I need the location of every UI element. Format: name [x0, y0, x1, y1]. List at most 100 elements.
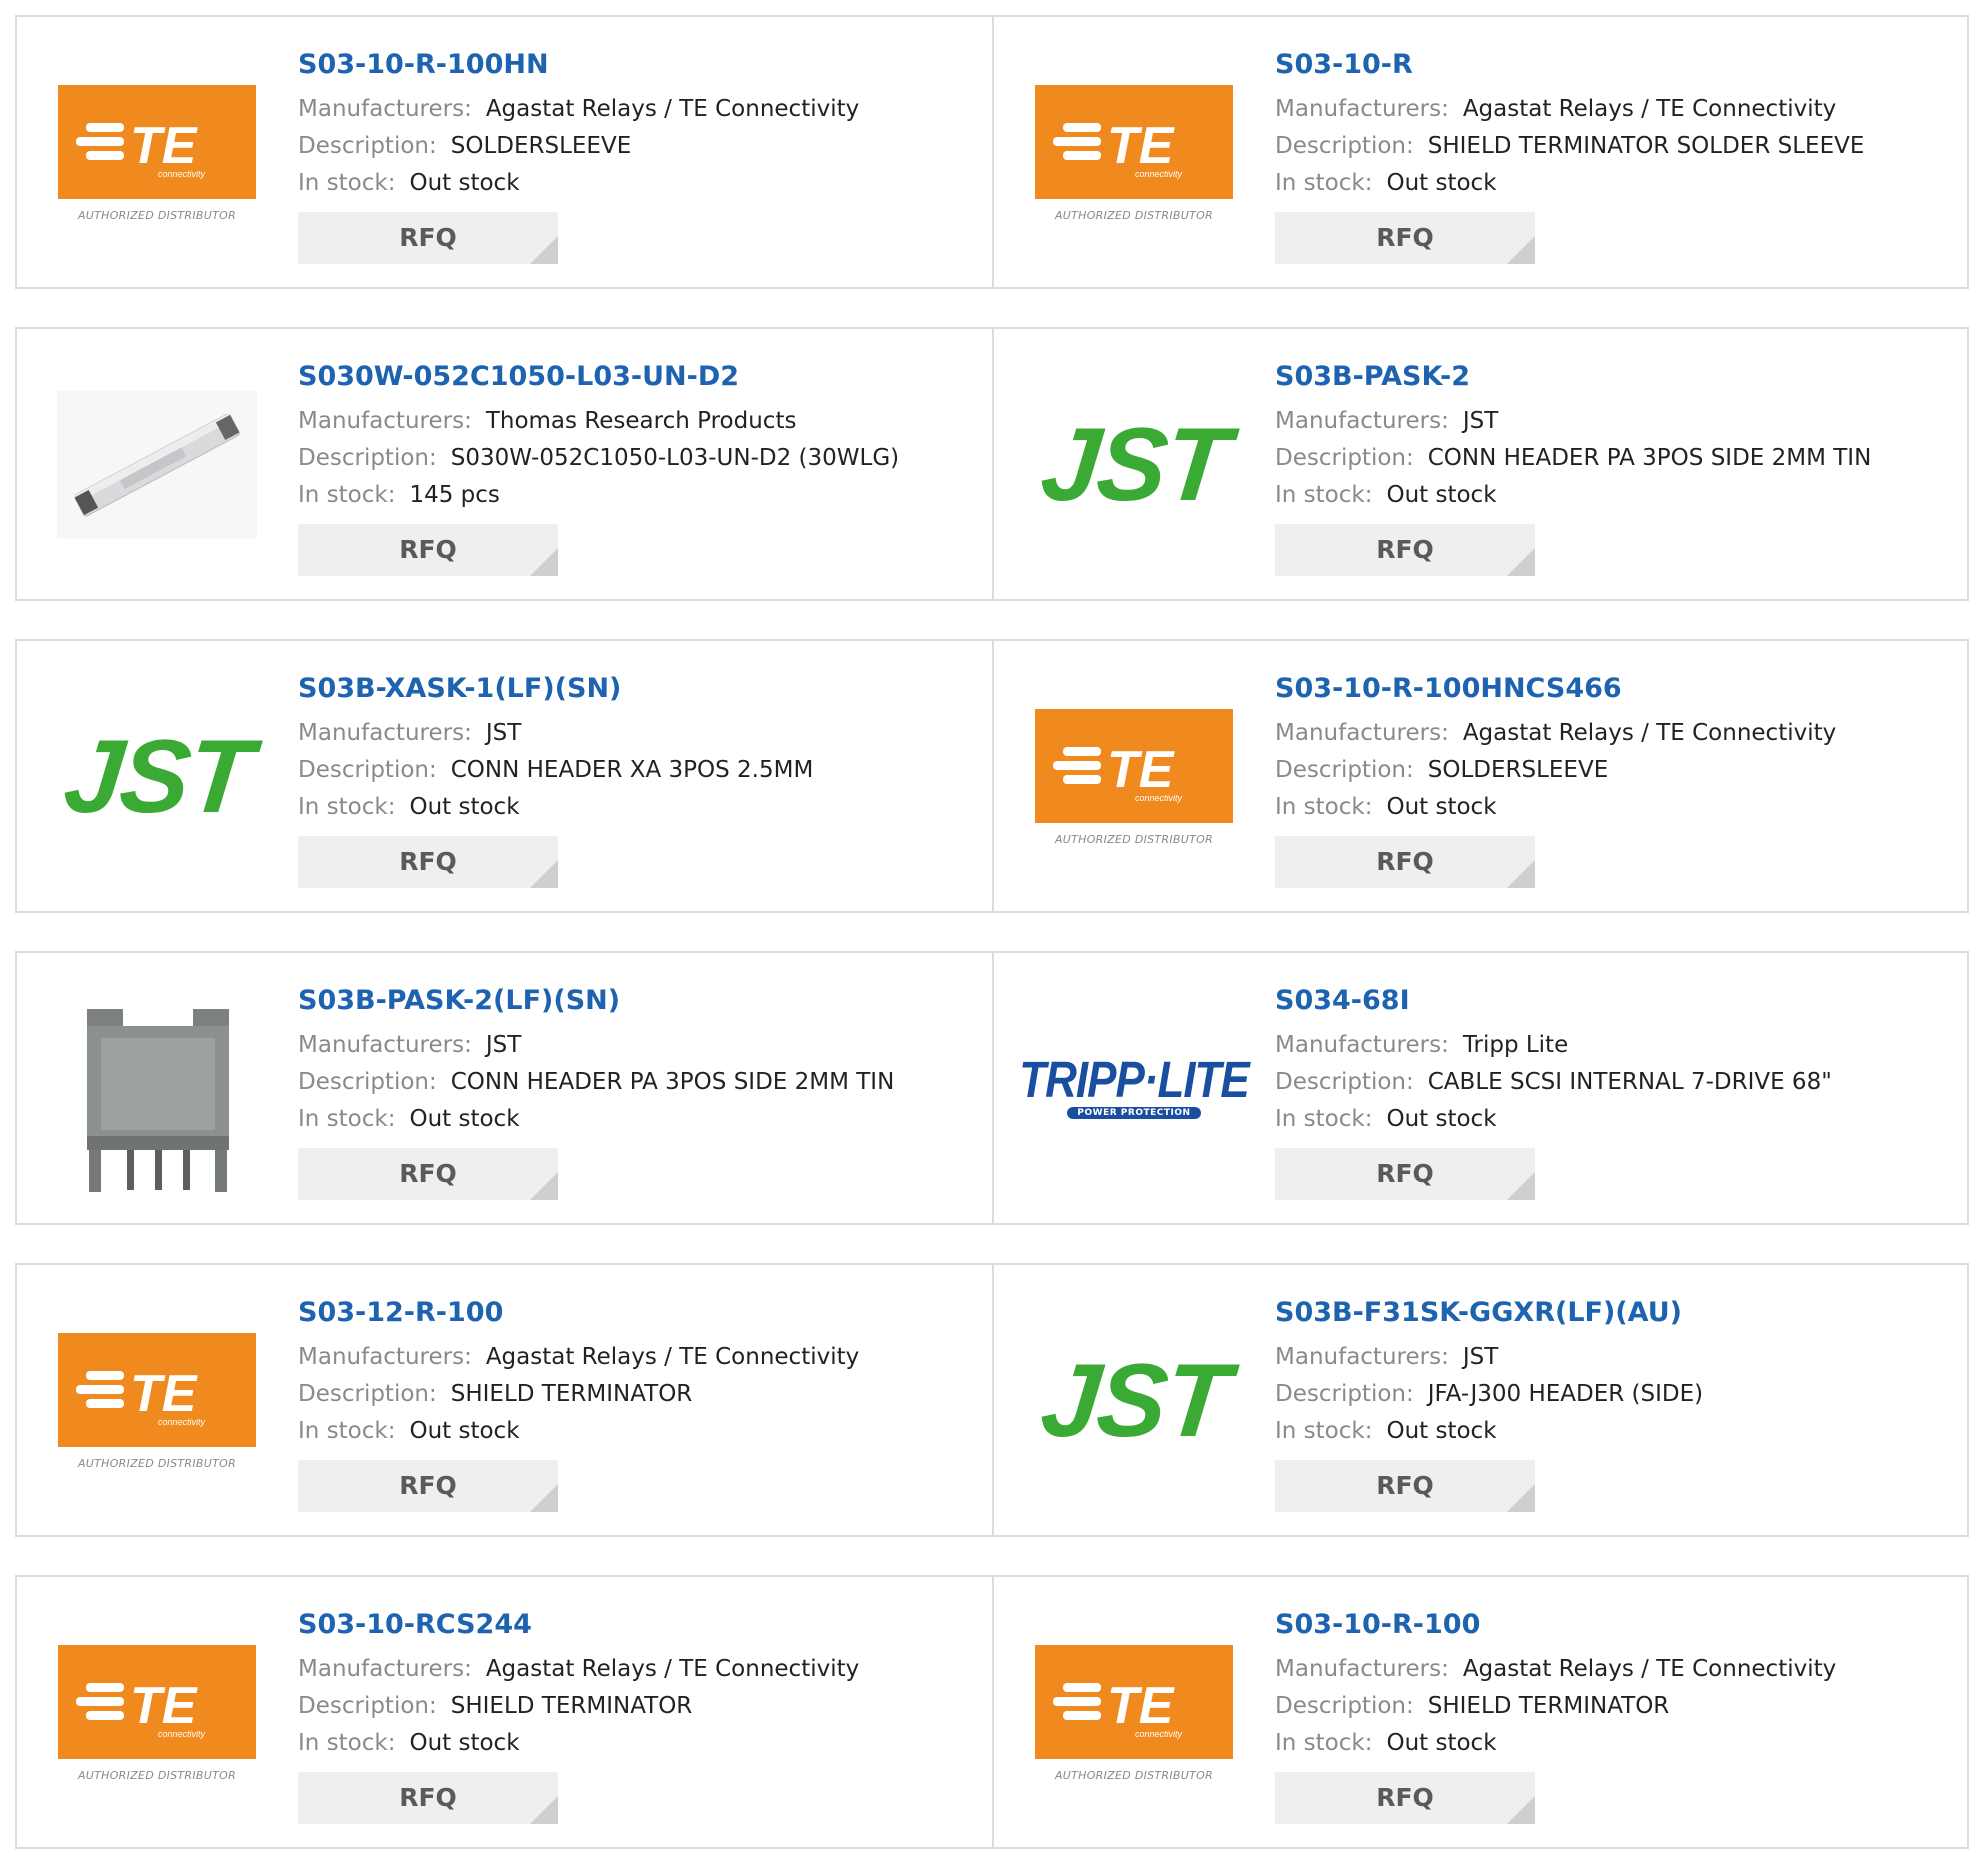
description-label: Description:: [1275, 133, 1414, 159]
manufacturer-row: Manufacturers: Agastat Relays / TE Connec…: [298, 91, 982, 128]
rfq-corner-decoration: [530, 860, 558, 888]
te-logo-box: TE connectivity: [58, 84, 256, 199]
stock-value: Out stock: [409, 1730, 520, 1756]
tripp-lite-logo: TRIPP·LITE POWER PROTECTION: [1019, 1055, 1250, 1119]
manufacturer-label: Manufacturers:: [1275, 1032, 1449, 1058]
te-tagline: AUTHORIZED DISTRIBUTOR: [77, 1456, 237, 1470]
description-row: Description: SHIELD TERMINATOR: [298, 1688, 982, 1725]
part-number-link[interactable]: S03-10-R-100HNCS466: [1275, 671, 1957, 707]
rfq-button[interactable]: RFQ: [298, 1772, 558, 1824]
manufacturer-logo[interactable]: TE connectivity AUTHORIZED DISTRIBUTOR: [1034, 1639, 1234, 1787]
rfq-button[interactable]: RFQ: [298, 212, 558, 264]
tripp-lite-logo-sub: POWER PROTECTION: [1067, 1107, 1201, 1119]
stock-row: In stock: Out stock: [298, 1101, 982, 1138]
te-logo-mark-icon: TE connectivity: [1053, 741, 1183, 803]
rfq-button[interactable]: RFQ: [1275, 836, 1535, 888]
manufacturer-label: Manufacturers:: [298, 720, 472, 746]
te-logo-box: TE connectivity: [1035, 708, 1233, 823]
product-info: S03B-PASK-2 Manufacturers: JST Descriptio…: [1275, 359, 1957, 576]
product-card: TE connectivity AUTHORIZED DISTRIBUTOR S…: [994, 639, 1969, 913]
product-card: S030W-052C1050-L03-UN-D2 Manufacturers: T…: [15, 327, 994, 601]
part-number-link[interactable]: S034-68I: [1275, 983, 1957, 1019]
stock-row: In stock: Out stock: [1275, 1101, 1957, 1138]
te-logo-text: TE: [1107, 1677, 1175, 1735]
te-connectivity-logo: TE connectivity AUTHORIZED DISTRIBUTOR: [57, 84, 257, 222]
stock-label: In stock:: [298, 1418, 396, 1444]
manufacturer-logo[interactable]: JST: [1034, 391, 1234, 539]
stock-row: In stock: Out stock: [1275, 1725, 1957, 1762]
manufacturer-logo[interactable]: TRIPP·LITE POWER PROTECTION: [1019, 1015, 1250, 1163]
rfq-corner-decoration: [530, 1796, 558, 1824]
part-number-link[interactable]: S03-10-R-100HN: [298, 47, 982, 83]
manufacturer-logo[interactable]: TE connectivity AUTHORIZED DISTRIBUTOR: [57, 1639, 257, 1787]
manufacturer-logo[interactable]: TE connectivity AUTHORIZED DISTRIBUTOR: [57, 79, 257, 227]
rfq-button[interactable]: RFQ: [1275, 1772, 1535, 1824]
part-number-link[interactable]: S03-10-R-100: [1275, 1607, 1957, 1643]
stock-value: Out stock: [409, 794, 520, 820]
product-info: S03-10-R-100 Manufacturers: Agastat Relay…: [1275, 1607, 1957, 1824]
part-number-link[interactable]: S03-10-R: [1275, 47, 1957, 83]
manufacturer-logo[interactable]: [57, 391, 257, 539]
stock-label: In stock:: [1275, 1730, 1373, 1756]
manufacturer-row: Manufacturers: JST: [1275, 1339, 1957, 1376]
rfq-button[interactable]: RFQ: [298, 1148, 558, 1200]
description-label: Description:: [298, 445, 437, 471]
manufacturer-value: JST: [485, 1032, 522, 1058]
stock-row: In stock: 145 pcs: [298, 477, 982, 514]
product-info: S03-10-RCS244 Manufacturers: Agastat Rela…: [298, 1607, 982, 1824]
part-number-link[interactable]: S03B-XASK-1(LF)(SN): [298, 671, 982, 707]
connector-photo-icon: [87, 1009, 229, 1192]
stock-value: Out stock: [1386, 1106, 1497, 1132]
rfq-corner-decoration: [530, 548, 558, 576]
manufacturer-logo[interactable]: TE connectivity AUTHORIZED DISTRIBUTOR: [1034, 703, 1234, 851]
jst-logo: JST: [1035, 1343, 1233, 1459]
product-card: S03B-PASK-2(LF)(SN) Manufacturers: JST De…: [15, 951, 994, 1225]
manufacturer-logo[interactable]: JST: [57, 703, 257, 851]
rfq-button[interactable]: RFQ: [298, 1460, 558, 1512]
part-number-link[interactable]: S03B-F31SK-GGXR(LF)(AU): [1275, 1295, 1957, 1331]
stock-label: In stock:: [1275, 170, 1373, 196]
stock-value: Out stock: [1386, 1418, 1497, 1444]
stock-label: In stock:: [1275, 482, 1373, 508]
stock-label: In stock:: [1275, 1106, 1373, 1132]
te-logo-box: TE connectivity: [1035, 1644, 1233, 1759]
rfq-button[interactable]: RFQ: [298, 836, 558, 888]
product-card: TE connectivity AUTHORIZED DISTRIBUTOR S…: [15, 1575, 994, 1849]
manufacturer-value: JST: [1462, 1344, 1499, 1370]
rfq-button[interactable]: RFQ: [1275, 1148, 1535, 1200]
part-number-link[interactable]: S030W-052C1050-L03-UN-D2: [298, 359, 982, 395]
te-logo-text: TE: [1107, 117, 1175, 175]
description-label: Description:: [298, 1693, 437, 1719]
rfq-label: RFQ: [399, 1783, 457, 1812]
description-row: Description: JFA-J300 HEADER (SIDE): [1275, 1376, 1957, 1413]
manufacturer-logo[interactable]: [57, 1009, 257, 1192]
stock-label: In stock:: [298, 1106, 396, 1132]
manufacturer-row: Manufacturers: Agastat Relays / TE Connec…: [1275, 1651, 1957, 1688]
manufacturer-logo[interactable]: TE connectivity AUTHORIZED DISTRIBUTOR: [57, 1327, 257, 1475]
manufacturer-row: Manufacturers: Agastat Relays / TE Connec…: [298, 1339, 982, 1376]
part-number-link[interactable]: S03-10-RCS244: [298, 1607, 982, 1643]
description-row: Description: SHIELD TERMINATOR SOLDER SLE…: [1275, 128, 1957, 165]
rfq-button[interactable]: RFQ: [1275, 1460, 1535, 1512]
description-label: Description:: [298, 133, 437, 159]
stock-value: Out stock: [409, 1418, 520, 1444]
description-value: SOLDERSLEEVE: [1427, 757, 1609, 783]
te-logo-box: TE connectivity: [58, 1644, 256, 1759]
rfq-button[interactable]: RFQ: [1275, 524, 1535, 576]
part-number-link[interactable]: S03B-PASK-2: [1275, 359, 1957, 395]
description-row: Description: CABLE SCSI INTERNAL 7-DRIVE …: [1275, 1064, 1957, 1101]
part-number-link[interactable]: S03B-PASK-2(LF)(SN): [298, 983, 982, 1019]
rfq-button[interactable]: RFQ: [1275, 212, 1535, 264]
manufacturer-value: Agastat Relays / TE Connectivity: [485, 1344, 860, 1370]
manufacturer-label: Manufacturers:: [298, 96, 472, 122]
manufacturer-logo[interactable]: TE connectivity AUTHORIZED DISTRIBUTOR: [1034, 79, 1234, 227]
manufacturer-label: Manufacturers:: [1275, 720, 1449, 746]
manufacturer-logo[interactable]: JST: [1034, 1327, 1234, 1475]
part-number-link[interactable]: S03-12-R-100: [298, 1295, 982, 1331]
product-card: JST S03B-PASK-2 Manufacturers: JST Descri…: [994, 327, 1969, 601]
rfq-label: RFQ: [1376, 1159, 1434, 1188]
te-logo-mark-icon: TE connectivity: [1053, 117, 1183, 179]
rfq-button[interactable]: RFQ: [298, 524, 558, 576]
rfq-corner-decoration: [1507, 1172, 1535, 1200]
description-label: Description:: [298, 1381, 437, 1407]
